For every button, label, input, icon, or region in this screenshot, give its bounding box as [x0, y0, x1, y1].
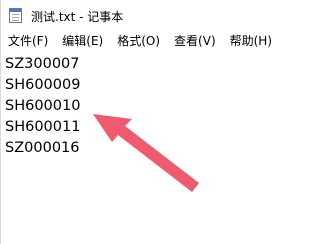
menu-edit[interactable]: 编辑(E) — [55, 31, 110, 52]
menu-format[interactable]: 格式(O) — [110, 31, 167, 52]
notepad-window: 测试.txt - 记事本 文件(F) 编辑(E) 格式(O) 查看(V) 帮助(… — [0, 0, 331, 244]
text-line: SZ000016 — [5, 140, 80, 156]
text-line: SH600010 — [5, 98, 81, 114]
menu-bar: 文件(F) 编辑(E) 格式(O) 查看(V) 帮助(H) — [1, 31, 331, 52]
title-bar[interactable]: 测试.txt - 记事本 — [1, 0, 331, 31]
text-editor-area[interactable]: SZ300007 SH600009 SH600010 SH600011 SZ00… — [1, 52, 331, 244]
text-line: SH600009 — [5, 77, 81, 93]
text-line: SH600011 — [5, 119, 81, 135]
menu-help[interactable]: 帮助(H) — [223, 31, 279, 52]
notepad-app-icon — [9, 8, 22, 23]
menu-file[interactable]: 文件(F) — [1, 31, 55, 52]
window-title: 测试.txt - 记事本 — [31, 10, 124, 24]
menu-view[interactable]: 查看(V) — [167, 31, 223, 52]
text-line: SZ300007 — [5, 56, 80, 72]
